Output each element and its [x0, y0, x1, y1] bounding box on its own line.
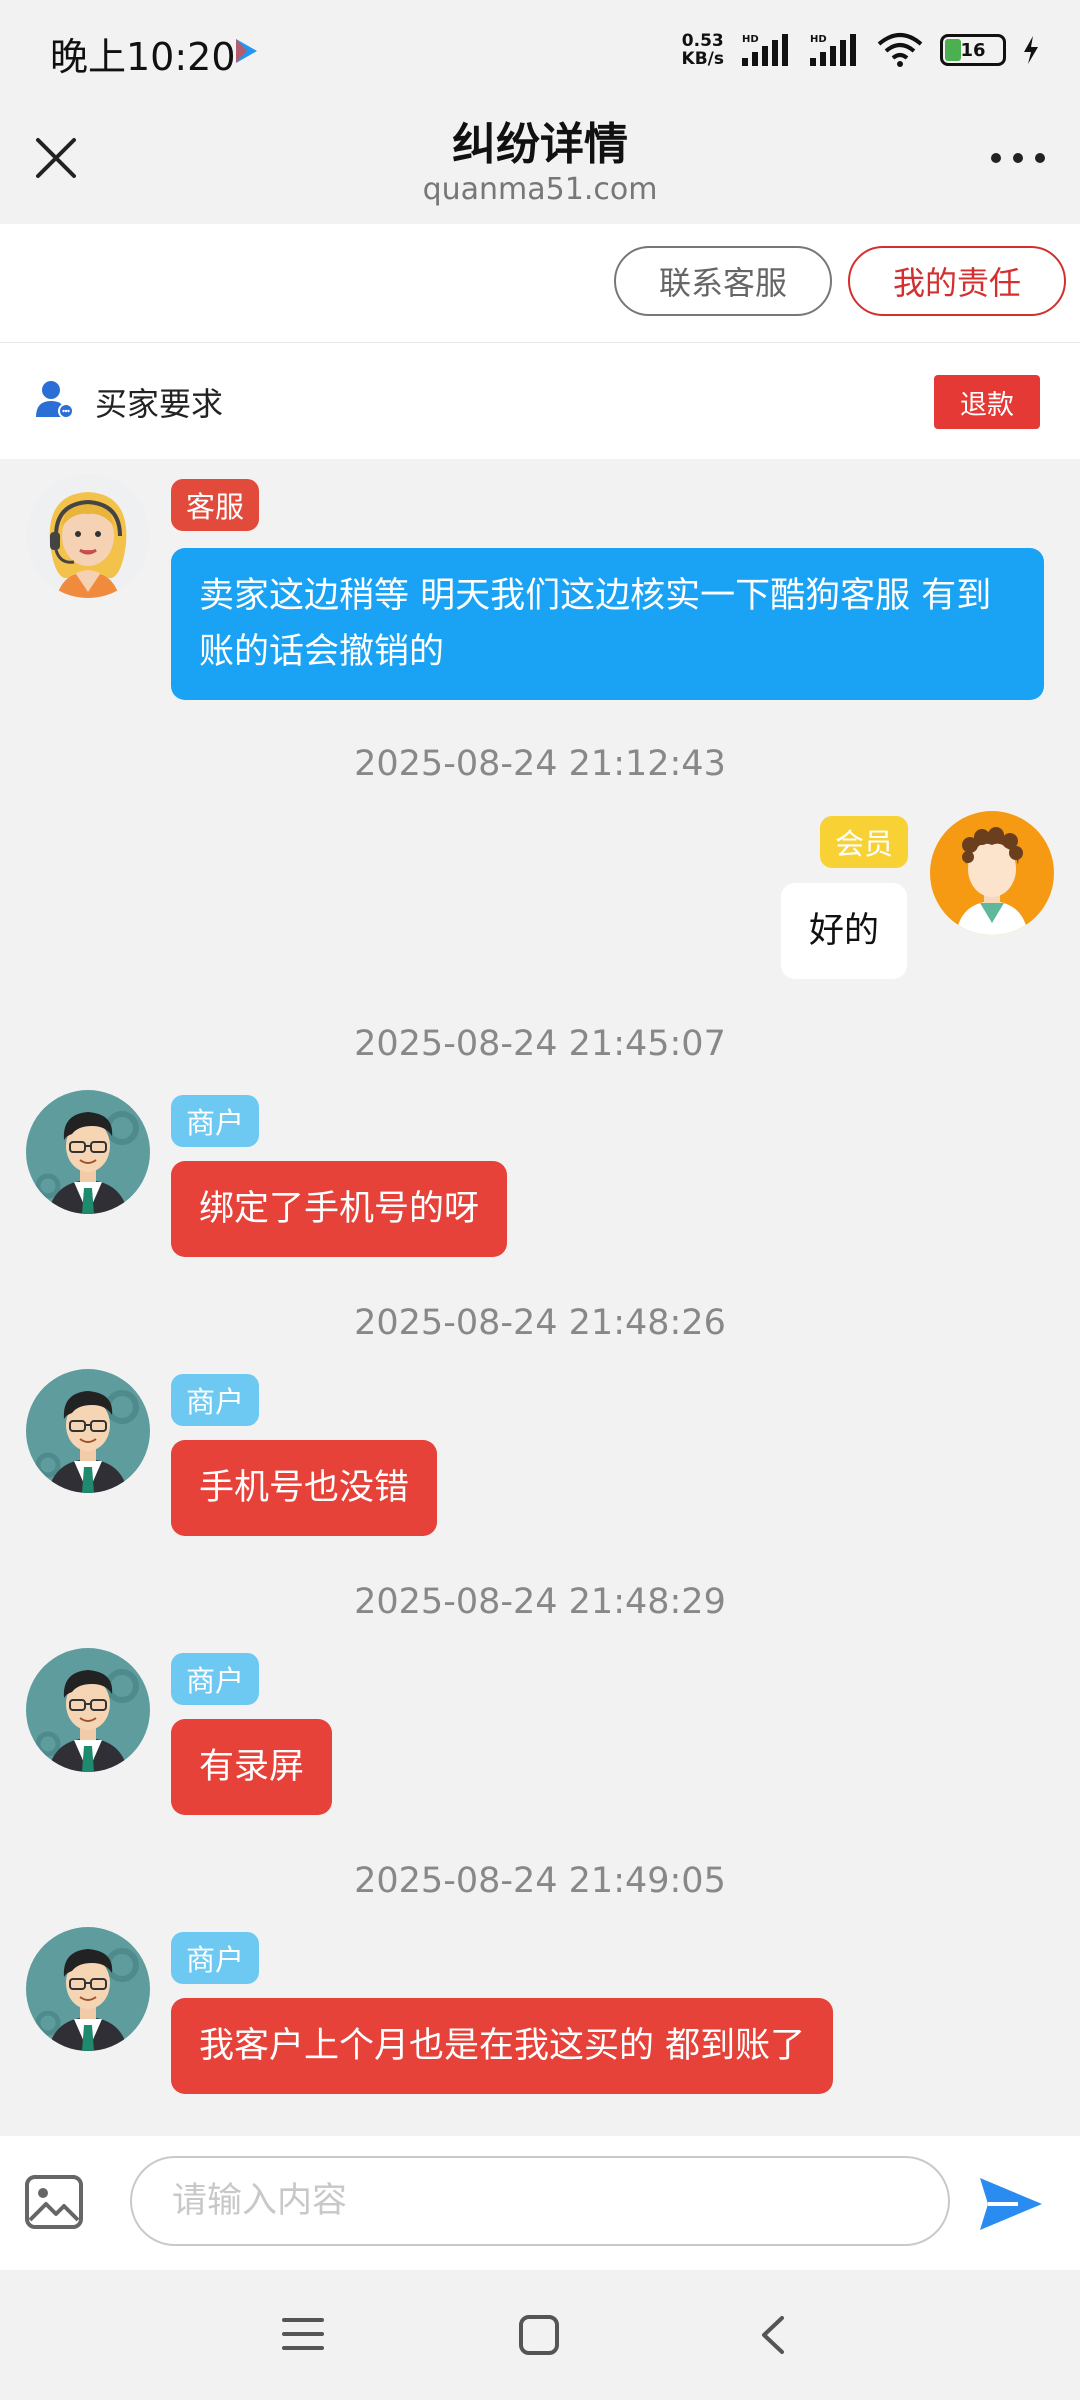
charging-icon [1024, 36, 1038, 64]
merchant-tag: 商户 [171, 1095, 260, 1147]
merchant-tag: 商户 [171, 1374, 260, 1426]
member-avatar [930, 811, 1054, 935]
signal-icon: HD [742, 34, 788, 66]
net-speed: 0.53 KB/s [681, 31, 724, 69]
system-nav-bar [0, 2270, 1080, 2400]
message-bubble: 我客户上个月也是在我这买的 都到账了 [171, 1998, 834, 2094]
my-responsibility-button[interactable]: 我的责任 [848, 246, 1066, 316]
status-time: 晚上10:20 [50, 35, 236, 79]
member-tag: 会员 [820, 816, 909, 868]
status-bar: 晚上10:20 0.53 KB/s HD HD 16 [0, 0, 1080, 100]
svg-text:HD: HD [742, 34, 759, 45]
merchant-avatar [26, 1369, 150, 1493]
svg-text:HD: HD [810, 34, 827, 45]
buyer-request-label: 买家要求 [95, 385, 224, 423]
play-icon [236, 39, 257, 63]
action-row: 联系客服 我的责任 [0, 224, 1080, 343]
message-bubble: 手机号也没错 [171, 1440, 438, 1536]
refund-badge: 退款 [934, 375, 1040, 429]
send-icon[interactable] [978, 2174, 1044, 2234]
message-timestamp: 2025-08-24 21:48:29 [354, 1582, 726, 1622]
merchant-tag: 商户 [171, 1932, 260, 1984]
battery-icon: 16 [940, 34, 1006, 66]
message-bubble: 有录屏 [171, 1719, 333, 1815]
message-input[interactable] [130, 2156, 950, 2246]
service-avatar [26, 474, 150, 598]
message-bubble: 卖家这边稍等 明天我们这边核实一下酷狗客服 有到账的话会撤销的 [171, 548, 1044, 700]
composer-bar [0, 2136, 1080, 2270]
merchant-tag: 商户 [171, 1653, 260, 1705]
buyer-icon [36, 381, 74, 419]
message-bubble: 绑定了手机号的呀 [171, 1161, 508, 1257]
page-title: 纠纷详情 [452, 119, 628, 170]
merchant-avatar [26, 1927, 150, 2051]
merchant-avatar [26, 1648, 150, 1772]
message-timestamp: 2025-08-24 21:48:26 [354, 1303, 726, 1343]
message-timestamp: 2025-08-24 21:45:07 [354, 1024, 726, 1064]
title-bar: 纠纷详情 quanma51.com [0, 100, 1080, 224]
buyer-request-row: 买家要求 退款 [0, 343, 1080, 459]
image-icon[interactable] [24, 2174, 84, 2230]
contact-service-button[interactable]: 联系客服 [614, 246, 832, 316]
message-timestamp: 2025-08-24 21:49:05 [354, 1861, 726, 1901]
signal-icon-2: HD [810, 34, 856, 66]
home-icon[interactable] [518, 2314, 560, 2356]
page-subtitle: quanma51.com [422, 172, 658, 207]
menu-icon[interactable] [282, 2314, 324, 2354]
message-timestamp: 2025-08-24 21:12:43 [354, 744, 726, 784]
wifi-icon [877, 33, 923, 67]
more-icon[interactable] [988, 140, 1048, 176]
message-bubble: 好的 [781, 883, 908, 979]
back-icon[interactable] [756, 2314, 788, 2356]
status-right: 0.53 KB/s HD HD 16 [682, 28, 1040, 72]
service-tag: 客服 [171, 479, 260, 531]
merchant-avatar [26, 1090, 150, 1214]
